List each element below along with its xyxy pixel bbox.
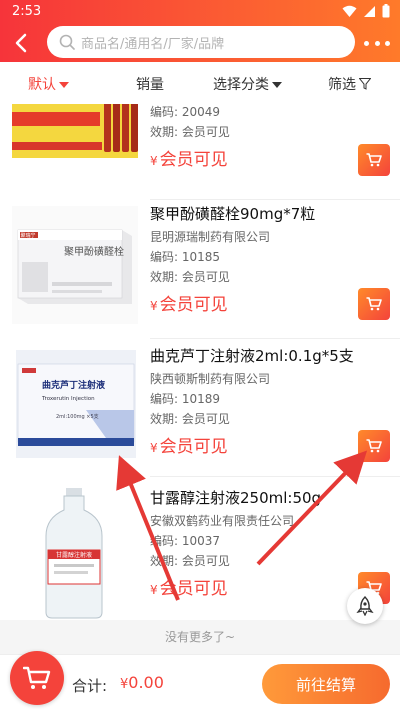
product-bottle-image: 甘露醇注射液	[12, 484, 138, 620]
item-divider	[150, 476, 400, 477]
box-subtitle-text: Troxerutin Injection	[41, 396, 95, 402]
product-price: ¥ 会员可见	[150, 293, 315, 318]
cart-icon	[366, 153, 382, 167]
product-box-image: 曲克芦丁注射液 Troxerutin Injection 2ml:100mg ×…	[16, 350, 136, 458]
filter-sales[interactable]: 销量	[136, 74, 164, 94]
product-price: ¥ 会员可见	[150, 435, 354, 460]
product-image: 甘露醇注射液	[12, 484, 138, 620]
more-menu-button[interactable]	[364, 34, 390, 52]
product-validity: 效期: 会员可见	[150, 125, 230, 139]
product-box-image	[12, 104, 138, 158]
signal-icon	[364, 5, 375, 17]
box-title-text: 聚甲酚磺醛栓	[64, 245, 124, 258]
end-of-list-note: 没有更多了~	[0, 620, 400, 654]
product-price: ¥ 会员可见	[150, 148, 230, 173]
search-icon	[59, 34, 75, 50]
item-divider	[150, 338, 400, 339]
price-text: 会员可见	[159, 150, 228, 170]
product-code: 编码: 20049	[150, 105, 221, 119]
product-image	[12, 104, 138, 158]
funnel-icon	[359, 78, 371, 90]
shopping-cart-icon	[23, 666, 51, 689]
wifi-icon	[342, 5, 357, 17]
product-info: 编码: 20049 效期: 会员可见 ¥ 会员可见	[150, 104, 230, 173]
status-icons	[342, 3, 390, 19]
product-validity: 效期: 会员可见	[150, 554, 230, 568]
box-title-text: 曲克芦丁注射液	[42, 379, 106, 391]
currency-symbol: ¥	[150, 299, 158, 313]
price-text: 会员可见	[159, 295, 228, 315]
battery-icon	[382, 4, 390, 18]
product-item[interactable]: 编码: 20049 效期: 会员可见 ¥ 会员可见	[0, 104, 400, 200]
total-label: 合计:	[72, 677, 108, 695]
product-item[interactable]: 甘露醇注射液 甘露醇注射液250ml:50g 安徽双鹤药业有限责任公司 编码: …	[0, 484, 400, 620]
search-input[interactable]: 商品名/通用名/厂家/品牌	[47, 26, 355, 58]
product-image: 聚瑞宁 聚甲酚磺醛栓	[12, 206, 138, 324]
product-info: 曲克芦丁注射液2ml:0.1g*5支 陕西顿斯制药有限公司 编码: 10189 …	[150, 346, 354, 460]
checkout-button[interactable]: 前往结算	[262, 664, 390, 704]
filter-sales-label: 销量	[136, 77, 164, 93]
currency-symbol: ¥	[150, 154, 158, 168]
filter-category[interactable]: 选择分类	[213, 74, 282, 94]
filter-screen-label: 筛选	[328, 77, 356, 93]
product-manufacturer: 昆明源瑞制药有限公司	[150, 230, 271, 244]
product-manufacturer: 安徽双鹤药业有限责任公司	[150, 514, 295, 528]
filter-screen[interactable]: 筛选	[328, 74, 371, 94]
shopping-cart-button[interactable]	[10, 651, 64, 705]
back-arrow-icon	[15, 33, 27, 53]
price-text: 会员可见	[159, 437, 228, 457]
product-list[interactable]: 编码: 20049 效期: 会员可见 ¥ 会员可见 聚瑞宁 聚甲酚磺醛栓 聚甲酚…	[0, 104, 400, 620]
product-validity: 效期: 会员可见	[150, 270, 230, 284]
product-name: 曲克芦丁注射液2ml:0.1g*5支	[150, 347, 354, 365]
total-amount: ¥0.00	[120, 673, 164, 692]
caret-down-icon	[272, 81, 282, 88]
product-code: 编码: 10037	[150, 534, 221, 548]
cart-icon	[366, 297, 382, 311]
total-value: 0.00	[128, 673, 164, 692]
back-button[interactable]	[10, 30, 32, 56]
add-to-cart-button[interactable]	[358, 430, 390, 462]
currency-symbol: ¥	[150, 583, 158, 597]
more-dots-icon	[364, 40, 369, 46]
caret-down-icon	[59, 81, 69, 88]
bottle-label-text: 甘露醇注射液	[56, 551, 92, 559]
box-brand-text: 聚瑞宁	[20, 232, 35, 239]
box-spec-text: 2ml:100mg ×5支	[56, 413, 99, 420]
add-to-cart-button[interactable]	[358, 144, 390, 176]
status-time: 2:53	[12, 4, 42, 19]
product-box-image: 聚瑞宁 聚甲酚磺醛栓	[12, 206, 138, 324]
filter-default[interactable]: 默认	[28, 74, 69, 94]
add-to-cart-button[interactable]	[358, 288, 390, 320]
currency-symbol: ¥	[150, 441, 158, 455]
product-validity: 效期: 会员可见	[150, 412, 230, 426]
filter-category-label: 选择分类	[213, 77, 269, 93]
more-dot	[385, 40, 390, 46]
floating-assistant-button[interactable]	[347, 588, 383, 624]
rocket-icon	[356, 596, 374, 616]
price-text: 会员可见	[159, 579, 228, 599]
product-price: ¥ 会员可见	[150, 577, 321, 602]
product-info: 聚甲酚磺醛栓90mg*7粒 昆明源瑞制药有限公司 编码: 10185 效期: 会…	[150, 204, 315, 318]
checkout-bar: 合计: ¥0.00 前往结算	[0, 651, 400, 712]
product-item[interactable]: 聚瑞宁 聚甲酚磺醛栓 聚甲酚磺醛栓90mg*7粒 昆明源瑞制药有限公司 编码: …	[0, 200, 400, 344]
cart-icon	[366, 439, 382, 453]
product-name: 甘露醇注射液250ml:50g	[150, 489, 322, 507]
filter-default-label: 默认	[28, 77, 56, 93]
filter-bar: 默认 销量 选择分类 筛选	[0, 62, 400, 104]
more-dot	[374, 40, 380, 46]
product-code: 编码: 10185	[150, 250, 221, 264]
product-info: 甘露醇注射液250ml:50g 安徽双鹤药业有限责任公司 编码: 10037 效…	[150, 488, 321, 602]
product-image: 曲克芦丁注射液 Troxerutin Injection 2ml:100mg ×…	[16, 350, 136, 458]
product-name: 聚甲酚磺醛栓90mg*7粒	[150, 205, 316, 223]
search-placeholder: 商品名/通用名/厂家/品牌	[81, 36, 225, 52]
product-manufacturer: 陕西顿斯制药有限公司	[150, 372, 271, 386]
top-header: 2:53 商品名/通用名/厂家/品牌	[0, 0, 400, 62]
product-item[interactable]: 曲克芦丁注射液 Troxerutin Injection 2ml:100mg ×…	[0, 342, 400, 486]
product-code: 编码: 10189	[150, 392, 221, 406]
